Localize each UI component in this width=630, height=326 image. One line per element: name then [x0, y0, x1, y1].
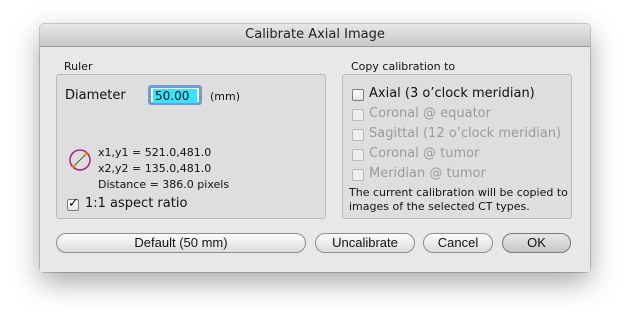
- cancel-button[interactable]: Cancel: [423, 233, 493, 253]
- meridian-tumor-label: Meridian @ tumor: [369, 166, 486, 181]
- coronal-tumor-checkbox[interactable]: [352, 149, 364, 161]
- coronal-equator-label: Coronal @ equator: [369, 106, 491, 121]
- ok-button[interactable]: OK: [502, 233, 571, 253]
- uncalibrate-button[interactable]: Uncalibrate: [315, 233, 415, 253]
- copy-group-label: Copy calibration to: [351, 60, 456, 73]
- aspect-ratio-label: 1:1 aspect ratio: [85, 196, 188, 211]
- copy-note-line2: images of the selected CT types.: [349, 200, 530, 213]
- ruler-group-label: Ruler: [64, 60, 93, 73]
- diameter-value: 50.00: [153, 89, 197, 103]
- default-button[interactable]: Default (50 mm): [56, 233, 306, 253]
- calibrate-dialog: Calibrate Axial Image Ruler Diameter 50.…: [40, 24, 590, 272]
- aspect-ratio-checkbox[interactable]: [67, 196, 79, 211]
- diameter-unit: (mm): [210, 90, 241, 103]
- axial-label: Axial (3 o’clock meridian): [369, 86, 535, 101]
- axial-checkbox[interactable]: [352, 89, 364, 101]
- calibration-ruler-icon: [69, 149, 91, 171]
- coronal-tumor-label: Coronal @ tumor: [369, 146, 480, 161]
- copy-note-line1: The current calibration will be copied t…: [349, 186, 568, 199]
- sagittal-label: Sagittal (12 o’clock meridian): [369, 126, 562, 141]
- distance-text: Distance = 386.0 pixels: [98, 178, 230, 191]
- coord2-text: x2,y2 = 135.0,481.0: [98, 162, 212, 175]
- coronal-equator-checkbox[interactable]: [352, 109, 364, 121]
- diameter-input[interactable]: 50.00: [148, 85, 202, 105]
- coord1-text: x1,y1 = 521.0,481.0: [98, 146, 212, 159]
- meridian-tumor-checkbox[interactable]: [352, 169, 364, 181]
- window-title: Calibrate Axial Image: [40, 24, 590, 47]
- diameter-label: Diameter: [65, 88, 126, 103]
- sagittal-checkbox[interactable]: [352, 129, 364, 141]
